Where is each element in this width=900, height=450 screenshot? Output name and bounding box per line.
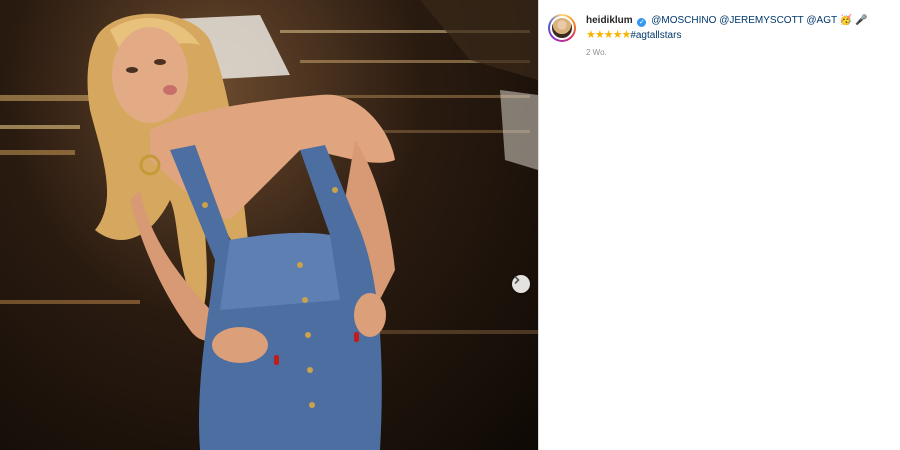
avatar[interactable] [548, 14, 576, 42]
emoji-mic: 🎤 [854, 15, 868, 26]
next-image-button[interactable] [512, 275, 530, 293]
caption-panel: heidiklum ✓ @MOSCHINO @JEREMYSCOTT @AGT … [539, 0, 900, 450]
post-photo [0, 0, 538, 450]
mention-link[interactable]: @MOSCHINO [651, 15, 716, 26]
mention-link[interactable]: @AGT [806, 15, 837, 26]
username-link[interactable]: heidiklum [586, 15, 633, 26]
caption-row: heidiklum ✓ @MOSCHINO @JEREMYSCOTT @AGT … [548, 14, 886, 43]
mention-link[interactable]: @JEREMYSCOTT [719, 15, 803, 26]
star-rating-icons: ★★★★★ [586, 29, 631, 41]
post-caption: heidiklum ✓ @MOSCHINO @JEREMYSCOTT @AGT … [586, 14, 886, 43]
emoji-party: 🥳 [839, 15, 853, 26]
verified-badge-icon: ✓ [637, 18, 647, 27]
post-timestamp[interactable]: 2 Wo. [586, 48, 607, 57]
avatar-image [550, 16, 574, 40]
post-media[interactable] [0, 0, 538, 450]
hashtag-link[interactable]: #agtallstars [630, 30, 681, 41]
chevron-right-icon [514, 276, 520, 284]
